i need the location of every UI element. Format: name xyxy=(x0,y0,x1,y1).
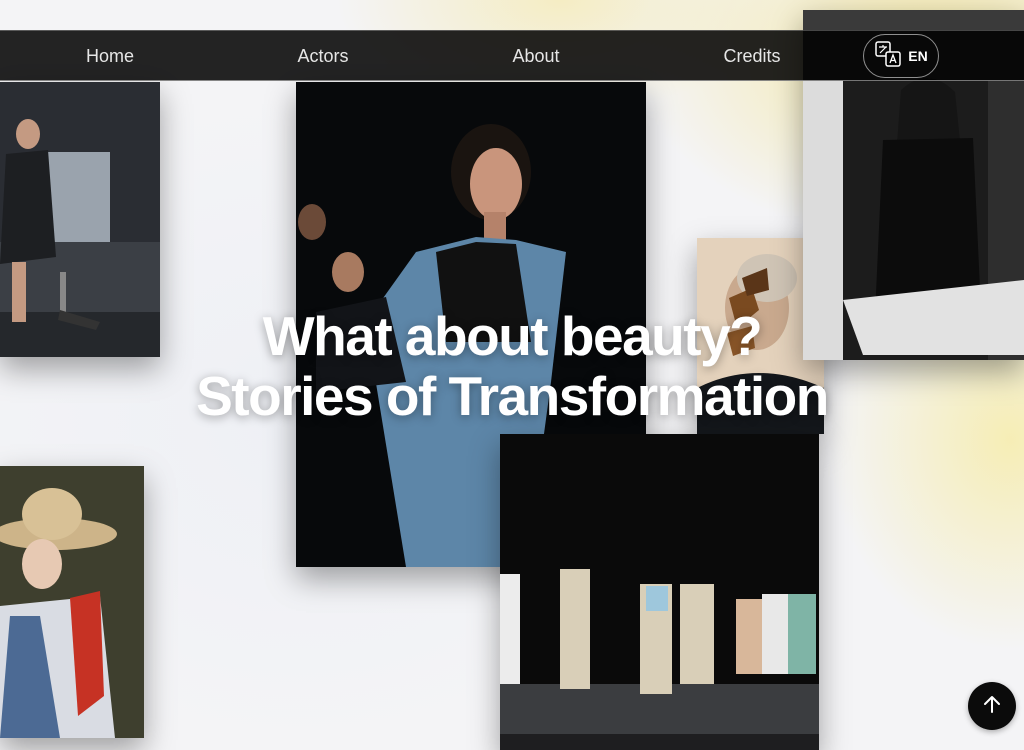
back-to-top-button[interactable] xyxy=(968,682,1016,730)
straw-hat-photo xyxy=(0,466,144,738)
nav-about[interactable]: About xyxy=(512,31,559,82)
hero-title-line1: What about beauty? xyxy=(262,305,763,367)
language-switcher[interactable]: EN xyxy=(863,34,939,78)
top-nav: Home Actors About Credits EN xyxy=(0,30,1024,81)
translate-icon xyxy=(874,40,902,72)
hero-headline: What about beauty? Stories of Transforma… xyxy=(0,306,1024,426)
runway-group-photo xyxy=(500,434,819,750)
arrow-up-icon xyxy=(981,693,1003,719)
hero-title-line2: Stories of Transformation xyxy=(196,365,829,427)
nav-credits[interactable]: Credits xyxy=(723,31,780,82)
language-code: EN xyxy=(908,48,928,64)
nav-actors[interactable]: Actors xyxy=(297,31,348,82)
nav-home[interactable]: Home xyxy=(86,31,134,82)
